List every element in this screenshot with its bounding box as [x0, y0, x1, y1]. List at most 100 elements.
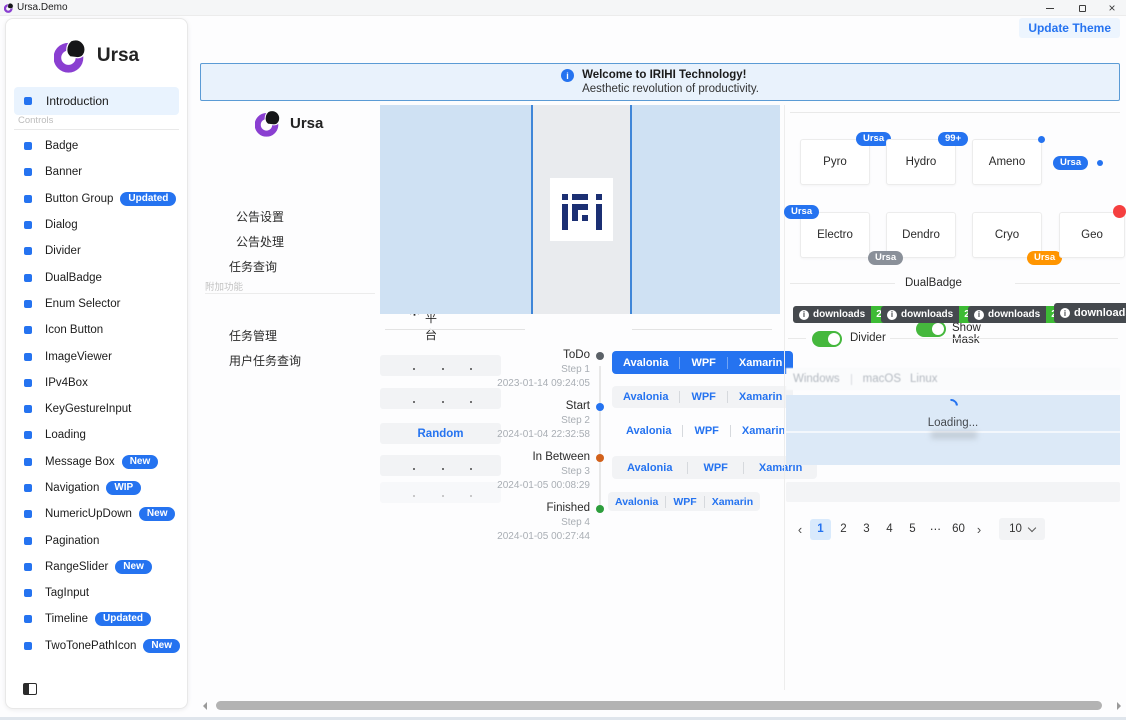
menu-group-announcement[interactable]: ★ 公告管理 [200, 180, 378, 198]
sidebar-item[interactable]: Loading [6, 422, 187, 448]
sidebar-item[interactable]: TwoTonePathIcon New [6, 633, 187, 659]
sidebar-item[interactable]: NumericUpDown New [6, 501, 187, 527]
next-page-icon[interactable]: › [971, 519, 987, 540]
sidebar-item[interactable]: DualBadge [6, 264, 187, 290]
count-badge: 99+ [938, 132, 968, 146]
sidebar-item[interactable]: Timeline Updated [6, 606, 187, 632]
page-button[interactable]: 5 [902, 519, 923, 540]
card-label: Hydro [906, 156, 937, 168]
info-icon: i [974, 310, 984, 320]
button-group-solid: Avalonia WPF Xamarin [612, 351, 793, 374]
page-button[interactable]: 4 [879, 519, 900, 540]
sidebar-item[interactable]: RangeSlider New [6, 554, 187, 580]
card-label: Dendro [902, 229, 940, 241]
prev-page-icon[interactable]: ‹ [792, 519, 808, 540]
scrollbar-thumb[interactable] [216, 701, 1102, 710]
sidebar-item[interactable]: Icon Button [6, 317, 187, 343]
scroll-right-icon[interactable] [1117, 702, 1121, 710]
viewer-crop-line[interactable] [630, 105, 632, 314]
sidebar-item-introduction[interactable]: Introduction [14, 87, 179, 115]
sidebar-item-label: Icon Button [45, 324, 103, 336]
wpf-button[interactable]: WPF [680, 391, 726, 403]
page-ellipsis[interactable]: ⋯ [925, 519, 946, 540]
sidebar-item[interactable]: ImageViewer [6, 343, 187, 369]
menu-item-announcement-settings[interactable]: 公告设置 [236, 207, 284, 225]
maximize-button[interactable] [1070, 0, 1094, 16]
wpf-button[interactable]: WPF [680, 357, 726, 369]
avalonia-button[interactable]: Avalonia [608, 496, 665, 508]
page-button[interactable]: 3 [856, 519, 877, 540]
divider-toggle[interactable] [812, 331, 842, 347]
minimize-button[interactable] [1038, 0, 1062, 16]
menu-item-announcement-process[interactable]: 公告处理 [236, 232, 284, 250]
bullet-icon [24, 458, 32, 466]
menu-logo: Ursa [255, 110, 323, 137]
page-size-select[interactable]: 10 [999, 518, 1045, 540]
sidebar-item-label: Dialog [45, 219, 78, 231]
show-mask-toggle[interactable] [916, 321, 946, 337]
menu-item-task-query[interactable]: 任务查询 [229, 257, 277, 275]
menu-item-task-management[interactable]: 任务管理 [229, 326, 277, 344]
timeline-item: Finished Step 4 2024-01-05 00:27:44 [430, 501, 590, 552]
page-button[interactable]: 2 [833, 519, 854, 540]
sidebar-item[interactable]: Message Box New [6, 449, 187, 475]
status-badge: WIP [106, 481, 141, 495]
sidebar-item[interactable]: Pagination [6, 527, 187, 553]
page-button[interactable]: 60 [948, 519, 969, 540]
tab-windows: Windows [793, 373, 840, 385]
banner-title: Welcome to IRIHI Technology! [582, 68, 759, 82]
bullet-icon [24, 247, 32, 255]
dual-badge-label: downloads [813, 309, 865, 320]
sidebar-item[interactable]: Badge [6, 133, 187, 159]
scroll-left-icon[interactable] [203, 702, 207, 710]
close-button[interactable]: × [1100, 0, 1124, 16]
dot-badge [1038, 136, 1045, 143]
menu-item-user-task-query[interactable]: 用户任务查询 [229, 351, 301, 369]
wpf-button[interactable]: WPF [688, 462, 742, 474]
sidebar-item[interactable]: KeyGestureInput [6, 396, 187, 422]
sidebar-item-label: NumericUpDown [45, 508, 132, 520]
image-viewer[interactable] [380, 105, 780, 314]
tab-linux: Linux [910, 373, 938, 385]
menu-group-task-management[interactable]: 任务管理 [200, 155, 378, 173]
dual-badge-label: downloads [1074, 307, 1126, 319]
sidebar-item[interactable]: Navigation WIP [6, 475, 187, 501]
card-label: Pyro [823, 156, 847, 168]
ursa-logo-icon [255, 110, 282, 137]
sidebar-item[interactable]: Divider [6, 238, 187, 264]
badge-card-pyro: Pyro [800, 139, 870, 185]
sidebar-item-label: Badge [45, 140, 78, 152]
sidebar-item[interactable]: TagInput [6, 580, 187, 606]
loading-label: Loading... [786, 417, 1120, 429]
sidebar-item[interactable]: Banner [6, 159, 187, 185]
bullet-icon [24, 484, 32, 492]
bullet-icon [24, 195, 32, 203]
sidebar-item[interactable]: Button Group Updated [6, 186, 187, 212]
sidebar-item-label: Enum Selector [45, 298, 120, 310]
menu-group-task-platform[interactable]: 任务平台 [200, 300, 378, 318]
spinner-icon [941, 396, 961, 416]
bullet-icon [24, 589, 32, 597]
page-button[interactable]: 1 [810, 519, 831, 540]
sidebar-item[interactable]: Dialog [6, 212, 187, 238]
viewer-crop-line[interactable] [531, 105, 533, 314]
timeline-dot-icon [596, 403, 604, 411]
avalonia-button[interactable]: Avalonia [615, 425, 682, 437]
avalonia-button[interactable]: Avalonia [612, 391, 679, 403]
sidebar-item[interactable]: Enum Selector [6, 291, 187, 317]
avalonia-button[interactable]: Avalonia [612, 462, 687, 474]
wpf-button[interactable]: WPF [683, 425, 729, 437]
collapse-sidebar-icon[interactable] [23, 683, 37, 695]
horizontal-scrollbar[interactable] [196, 699, 1126, 713]
ursa-logo-icon [54, 39, 88, 73]
bullet-icon [24, 168, 32, 176]
sidebar-item[interactable]: IPv4Box [6, 370, 187, 396]
update-theme-button[interactable]: Update Theme [1019, 18, 1120, 38]
bullet-icon [24, 221, 32, 229]
welcome-banner: i Welcome to IRIHI Technology! Aesthetic… [200, 63, 1120, 101]
dot-badge [1097, 160, 1103, 166]
divider [385, 329, 525, 330]
avalonia-button[interactable]: Avalonia [612, 357, 679, 369]
wpf-button[interactable]: WPF [666, 496, 703, 508]
xamarin-button[interactable]: Xamarin [705, 496, 760, 508]
